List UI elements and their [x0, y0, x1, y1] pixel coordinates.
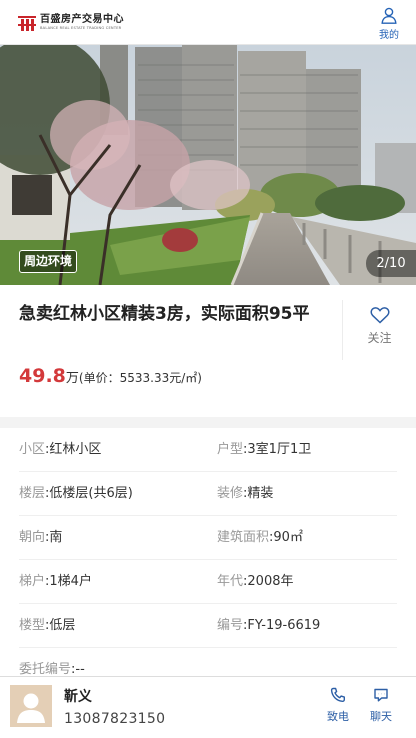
info-row: 梯户:1梯4户 年代:2008年	[0, 560, 416, 604]
total-price-unit: 万	[65, 371, 79, 386]
property-info-list: 小区:红林小区 户型:3室1厅1卫 楼层:低楼层(共6层) 装修:精装 朝向:南…	[0, 428, 416, 692]
info-item-community: 小区:红林小区	[19, 428, 101, 472]
brand-logo-mark	[18, 14, 36, 32]
info-key: 编号	[217, 618, 244, 633]
info-row: 楼型:低层 编号:FY-19-6619	[0, 604, 416, 648]
avatar-placeholder-icon	[10, 685, 52, 727]
brand-name: 百盛房产交易中心	[40, 14, 124, 26]
agent-contact-bar: 靳义 13087823150 致电 聊天	[0, 676, 416, 738]
info-item-listing-id: 编号:FY-19-6619	[217, 604, 320, 648]
info-item-building-type: 楼型:低层	[19, 604, 75, 648]
info-value: :FY-19-6619	[243, 618, 321, 633]
info-item-elevator: 梯户:1梯4户	[19, 560, 92, 604]
info-key: 朝向	[19, 530, 46, 545]
my-account-label: 我的	[379, 30, 399, 41]
info-value: :--	[71, 662, 85, 677]
info-value: :精装	[243, 486, 274, 501]
listing-summary: 急卖红林小区精装3房，实际面积95平 关注 49.8 万 (单价：5533.33…	[0, 285, 416, 428]
info-item-decoration: 装修:精装	[217, 472, 273, 516]
follow-label: 关注	[367, 331, 392, 345]
info-value: :1梯4户	[45, 574, 92, 589]
info-row: 小区:红林小区 户型:3室1厅1卫	[0, 428, 416, 472]
agent-name: 靳义	[64, 689, 92, 705]
my-account-button[interactable]: 我的	[376, 7, 402, 41]
info-key: 楼型	[19, 618, 46, 633]
chat-button[interactable]: 聊天	[364, 687, 398, 727]
app-header: 百盛房产交易中心 BALANCE REAL ESTATE TRADING CEN…	[0, 0, 416, 45]
info-value: :红林小区	[45, 442, 102, 457]
chat-icon	[374, 688, 388, 702]
brand-name-en: BALANCE REAL ESTATE TRADING CENTER	[40, 26, 122, 31]
info-item-orientation: 朝向:南	[19, 516, 62, 560]
follow-button[interactable]: 关注	[342, 300, 416, 360]
info-value: :低层	[45, 618, 76, 633]
info-key: 小区	[19, 442, 46, 457]
listing-photo	[0, 45, 416, 285]
info-key: 装修	[217, 486, 244, 501]
call-button[interactable]: 致电	[321, 687, 355, 727]
info-key: 建筑面积	[217, 530, 270, 545]
info-key: 年代	[217, 574, 244, 589]
info-value: :90㎡	[269, 530, 303, 545]
info-item-year: 年代:2008年	[217, 560, 293, 604]
info-key: 梯户	[19, 574, 46, 589]
info-key: 委托编号	[19, 662, 72, 677]
info-item-area: 建筑面积:90㎡	[217, 516, 303, 560]
info-item-floor: 楼层:低楼层(共6层)	[19, 472, 133, 516]
total-price: 49.8	[19, 365, 66, 387]
info-value: :2008年	[243, 574, 294, 589]
phone-icon	[330, 687, 345, 703]
info-value: :低楼层(共6层)	[45, 486, 133, 501]
info-value: :3室1厅1卫	[243, 442, 312, 457]
info-item-layout: 户型:3室1厅1卫	[217, 428, 311, 472]
listing-title: 急卖红林小区精装3房，实际面积95平	[19, 304, 310, 324]
heart-icon	[370, 307, 389, 324]
info-row: 楼层:低楼层(共6层) 装修:精装	[0, 472, 416, 516]
info-key: 楼层	[19, 486, 46, 501]
info-value: :南	[45, 530, 63, 545]
call-label: 致电	[327, 710, 349, 723]
unit-price: (单价：5533.33元/㎡)	[78, 371, 202, 385]
info-row: 朝向:南 建筑面积:90㎡	[0, 516, 416, 560]
info-key: 户型	[217, 442, 244, 457]
photo-category-tag: 周边环境	[19, 250, 78, 273]
brand-logo[interactable]: 百盛房产交易中心 BALANCE REAL ESTATE TRADING CEN…	[18, 12, 124, 34]
photo-counter: 2/10	[366, 250, 416, 277]
user-icon	[381, 7, 397, 24]
section-divider	[0, 417, 416, 428]
agent-phone[interactable]: 13087823150	[64, 711, 165, 727]
chat-label: 聊天	[370, 710, 392, 723]
price-line: 49.8 万 (单价：5533.33元/㎡)	[19, 365, 202, 391]
listing-photo-gallery[interactable]: 周边环境 2/10	[0, 45, 416, 285]
agent-avatar[interactable]	[10, 685, 52, 727]
